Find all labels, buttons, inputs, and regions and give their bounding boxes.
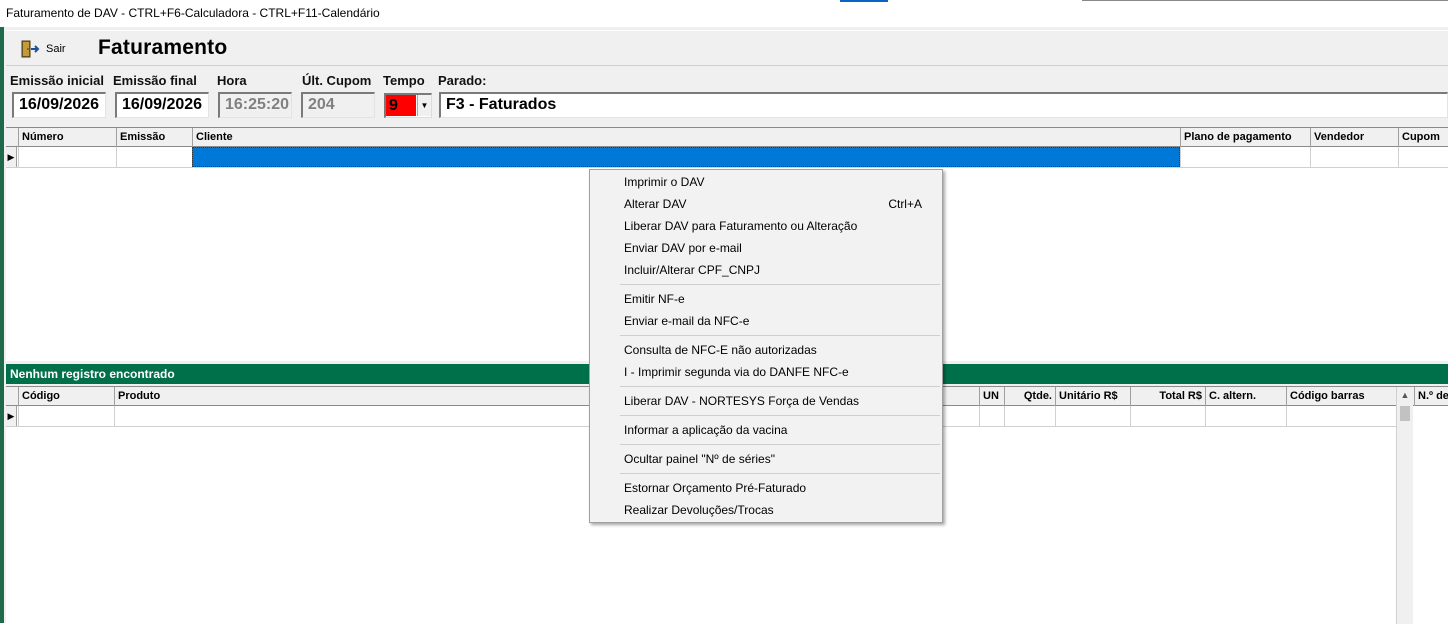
cell-unitario[interactable] [1055,406,1130,426]
header-indicator [6,128,18,147]
cell-cliente-selected[interactable] [192,147,1180,167]
menu-item-liberar-nortesys[interactable]: Liberar DAV - NORTESYS Força de Vendas [590,390,942,412]
shortcut-label: Ctrl+A [888,197,922,211]
menu-separator [590,470,942,477]
menu-item-devolucoes-trocas[interactable]: Realizar Devoluções/Trocas [590,499,942,521]
col-total[interactable]: Total R$ [1130,387,1205,406]
scroll-thumb[interactable] [1400,406,1410,421]
emissao-final-label: Emissão final [113,73,197,88]
tempo-label: Tempo [383,73,425,88]
chevron-down-icon[interactable]: ▼ [417,95,431,116]
emissao-inicial-label: Emissão inicial [10,73,104,88]
menu-item-alterar-dav[interactable]: Alterar DAV Ctrl+A [590,193,942,215]
menu-item-aplicacao-vacina[interactable]: Informar a aplicação da vacina [590,419,942,441]
page-title: Faturamento [98,36,228,59]
cell-emissao[interactable] [116,147,192,167]
menu-item-segunda-via-danfe[interactable]: I - Imprimir segunda via do DANFE NFC-e [590,361,942,383]
col-cupom[interactable]: Cupom [1398,128,1448,147]
col-c-altern[interactable]: C. altern. [1205,387,1286,406]
title-divider-line [1082,0,1448,1]
menu-separator [590,281,942,288]
cell-cupom[interactable] [1398,147,1448,167]
menu-separator [590,412,942,419]
menu-item-incluir-cpf-cnpj[interactable]: Incluir/Alterar CPF_CNPJ [590,259,942,281]
menu-item-estornar-orcamento[interactable]: Estornar Orçamento Pré-Faturado [590,477,942,499]
menu-item-imprimir-dav[interactable]: Imprimir o DAV [590,171,942,193]
toolbar: Sair Faturamento [6,30,1448,66]
col-emissao[interactable]: Emissão [116,128,192,147]
tempo-select[interactable]: 9 ▼ [384,93,432,118]
col-qtde[interactable]: Qtde. [1004,387,1055,406]
cell-qtde[interactable] [1004,406,1055,426]
cell-c-altern[interactable] [1205,406,1286,426]
cell-vendedor[interactable] [1310,147,1398,167]
header-indicator [6,387,18,406]
col-numero[interactable]: Número [18,128,116,147]
col-unitario[interactable]: Unitário R$ [1055,387,1130,406]
menu-item-liberar-dav-faturamento[interactable]: Liberar DAV para Faturamento ou Alteraçã… [590,215,942,237]
sair-button[interactable]: Sair [20,36,78,62]
col-plano-pagamento[interactable]: Plano de pagamento [1180,128,1310,147]
chevron-up-icon[interactable]: ▲ [1397,387,1413,404]
window-title: Faturamento de DAV - CTRL+F6-Calculadora… [6,6,380,20]
window-title-bar: Faturamento de DAV - CTRL+F6-Calculadora… [0,0,1448,27]
col-cliente[interactable]: Cliente [192,128,1180,147]
title-accent-line [840,0,888,2]
hora-field: 16:25:20 [218,92,292,118]
parado-field[interactable]: F3 - Faturados [439,92,1448,118]
cell-codigo-barras[interactable] [1286,406,1394,426]
cell-un[interactable] [979,406,1004,426]
menu-separator [590,383,942,390]
col-codigo[interactable]: Código [18,387,114,406]
menu-item-emitir-nfe[interactable]: Emitir NF-e [590,288,942,310]
row-indicator-icon: ▶ [6,406,17,426]
cell-total[interactable] [1130,406,1205,426]
exit-door-icon [20,39,40,59]
dav-grid-header: Número Emissão Cliente Plano de pagament… [6,128,1448,147]
tempo-value: 9 [386,95,416,116]
sair-label: Sair [46,43,66,55]
col-vendedor[interactable]: Vendedor [1310,128,1398,147]
emissao-final-input[interactable]: 16/09/2026 [115,92,209,118]
menu-item-consulta-nfce[interactable]: Consulta de NFC-E não autorizadas [590,339,942,361]
vertical-scrollbar[interactable]: ▲ [1396,387,1413,624]
row-indicator-icon: ▶ [6,147,17,167]
emissao-inicial-input[interactable]: 16/09/2026 [12,92,106,118]
col-un[interactable]: UN [979,387,1004,406]
ult-cupom-field: 204 [301,92,375,118]
ult-cupom-label: Últ. Cupom [302,73,372,88]
cell-codigo[interactable] [18,406,114,426]
menu-item-enviar-dav-email[interactable]: Enviar DAV por e-mail [590,237,942,259]
context-menu: Imprimir o DAV Alterar DAV Ctrl+A Liberar… [589,169,943,523]
menu-item-ocultar-painel-series[interactable]: Ocultar painel "Nº de séries" [590,448,942,470]
col-codigo-barras[interactable]: Código barras [1286,387,1394,406]
cell-numero[interactable] [18,147,116,167]
hora-label: Hora [217,73,247,88]
col-n-de[interactable]: N.º de [1414,387,1448,406]
menu-separator [590,441,942,448]
menu-separator [590,332,942,339]
cell-plano[interactable] [1180,147,1310,167]
parado-label: Parado: [438,73,487,88]
table-row[interactable]: ▶ [6,147,1448,168]
menu-item-enviar-email-nfce[interactable]: Enviar e-mail da NFC-e [590,310,942,332]
